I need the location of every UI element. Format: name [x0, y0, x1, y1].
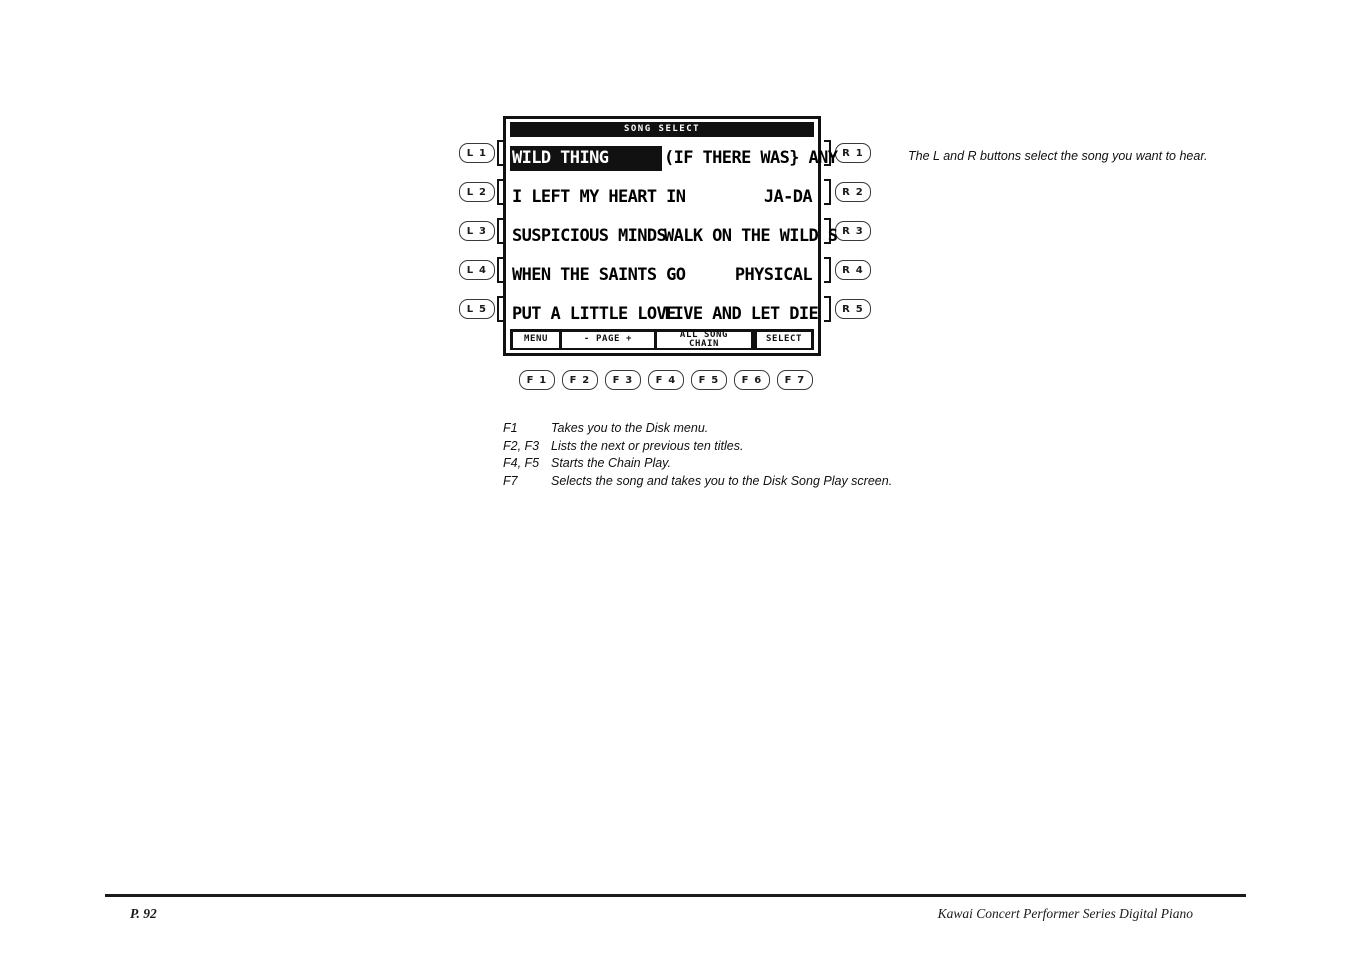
legend-desc-3: Starts the Chain Play. [551, 456, 671, 470]
legend-key-4: F7 [503, 473, 518, 488]
function-button-f5-label: F 5 [698, 374, 720, 386]
side-button-r4-label: R 4 [842, 264, 864, 276]
side-button-l3[interactable]: L 3 [459, 221, 495, 241]
function-button-f7-label: F 7 [784, 374, 806, 386]
function-button-f2[interactable]: F 2 [562, 370, 598, 390]
footer-page-number: P. 92 [130, 906, 157, 921]
song-title-right-5[interactable]: LIVE AND LET DIE [662, 302, 819, 327]
side-button-r5[interactable]: R 5 [835, 299, 871, 319]
legend-desc-1: Takes you to the Disk menu. [551, 421, 709, 435]
song-title-right-2[interactable]: JA-DA [662, 185, 814, 210]
softkey-bar: MENU - PAGE + ALL SONG CHAIN SELECT [510, 329, 814, 350]
bracket-connector-r4-icon [824, 257, 831, 283]
function-button-f6[interactable]: F 6 [734, 370, 770, 390]
function-button-f1-label: F 1 [526, 374, 548, 386]
function-button-f4[interactable]: F 4 [648, 370, 684, 390]
legend-desc-2: Lists the next or previous ten titles. [551, 438, 744, 453]
bracket-connector-r2-icon [824, 179, 831, 205]
song-title-right-4[interactable]: PHYSICAL [662, 263, 814, 288]
softkey-all-song-chain[interactable]: ALL SONG CHAIN [657, 330, 751, 349]
lcd-title: SONG SELECT [510, 122, 814, 137]
side-button-r2-label: R 2 [842, 186, 864, 198]
side-button-l3-label: L 3 [466, 225, 488, 237]
song-row: WILD THING (IF THERE WAS} ANY [510, 139, 838, 178]
song-title-left-1[interactable]: WILD THING [510, 146, 662, 171]
song-row: SUSPICIOUS MINDS WALK ON THE WILD S [510, 217, 838, 256]
side-button-r5-label: R 5 [842, 303, 864, 315]
function-button-f5[interactable]: F 5 [691, 370, 727, 390]
legend-row: F1 Takes you to the Disk menu. [503, 420, 892, 438]
side-button-l1[interactable]: L 1 [459, 143, 495, 163]
side-button-r1[interactable]: R 1 [835, 143, 871, 163]
legend-key-2: F2, F3 [503, 438, 540, 453]
side-button-l4[interactable]: L 4 [459, 260, 495, 280]
legend-key-3: F4, F5 [503, 456, 540, 470]
footer-brand-text: Kawai Concert Performer Series Digital P… [937, 906, 1193, 921]
legend-row: F7 Selects the song and takes you to the… [503, 473, 892, 491]
lcd-panel: SONG SELECT WILD THING (IF THERE WAS} AN… [503, 116, 838, 356]
song-title-left-5[interactable]: PUT A LITTLE LOVE [510, 302, 676, 327]
side-button-l5[interactable]: L 5 [459, 299, 495, 319]
side-button-r4[interactable]: R 4 [835, 260, 871, 280]
legend-row: F2, F3 Lists the next or previous ten ti… [503, 438, 892, 456]
legend-row: F4, F5 Starts the Chain Play. [503, 455, 892, 473]
function-button-f6-label: F 6 [741, 374, 763, 386]
function-button-row: F 1 F 2 F 3 F 4 F 5 F 6 F 7 [519, 370, 813, 390]
bracket-connector-r5-icon [824, 296, 831, 322]
side-button-l2[interactable]: L 2 [459, 182, 495, 202]
function-button-f7[interactable]: F 7 [777, 370, 813, 390]
side-button-l2-label: L 2 [466, 186, 488, 198]
side-button-l5-label: L 5 [466, 303, 488, 315]
footer-divider [105, 894, 1246, 897]
function-button-f3-label: F 3 [612, 374, 634, 386]
song-title-left-4[interactable]: WHEN THE SAINTS GO [510, 263, 686, 288]
side-button-r3-label: R 3 [842, 225, 864, 237]
song-list: WILD THING (IF THERE WAS} ANY I LEFT MY … [510, 139, 838, 327]
side-button-l4-label: L 4 [466, 264, 488, 276]
function-button-f1[interactable]: F 1 [519, 370, 555, 390]
side-button-r3[interactable]: R 3 [835, 221, 871, 241]
song-row: WHEN THE SAINTS GO PHYSICAL [510, 256, 814, 295]
side-button-r1-label: R 1 [842, 147, 864, 159]
function-button-f4-label: F 4 [655, 374, 677, 386]
side-annotation-text: The L and R buttons select the song you … [908, 149, 1208, 163]
device-figure: L 1 L 2 L 3 L 4 L 5 R 1 R 2 R 3 R 4 R 5 … [453, 112, 873, 402]
softkey-menu[interactable]: MENU [513, 331, 559, 348]
function-legend: F1 Takes you to the Disk menu. F2, F3 Li… [503, 420, 892, 490]
song-title-right-3[interactable]: WALK ON THE WILD S [662, 224, 838, 249]
softkey-page[interactable]: - PAGE + [562, 331, 654, 348]
softkey-select[interactable]: SELECT [757, 331, 811, 348]
softkey-all-song-chain-line2: CHAIN [688, 338, 720, 349]
function-button-f2-label: F 2 [569, 374, 591, 386]
legend-desc-4: Selects the song and takes you to the Di… [551, 473, 893, 488]
song-title-left-2[interactable]: I LEFT MY HEART IN [510, 185, 686, 210]
song-row: I LEFT MY HEART IN JA-DA [510, 178, 814, 217]
side-button-l1-label: L 1 [466, 147, 488, 159]
side-button-r2[interactable]: R 2 [835, 182, 871, 202]
song-title-right-1[interactable]: (IF THERE WAS} ANY [662, 146, 838, 171]
song-title-left-3[interactable]: SUSPICIOUS MINDS [510, 224, 667, 249]
function-button-f3[interactable]: F 3 [605, 370, 641, 390]
legend-key-1: F1 [503, 421, 518, 435]
